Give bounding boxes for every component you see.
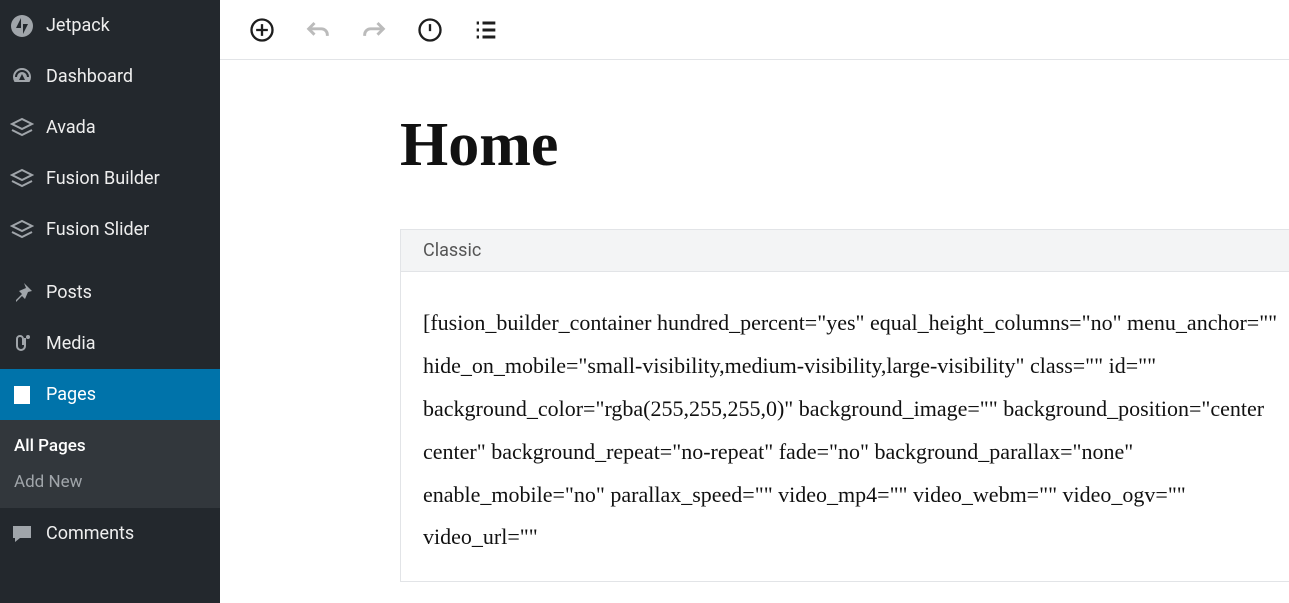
comments-icon	[10, 522, 34, 546]
add-block-button[interactable]	[248, 16, 276, 44]
pin-icon	[10, 281, 34, 305]
sidebar-item-comments[interactable]: Comments	[0, 508, 220, 559]
admin-sidebar: Jetpack Dashboard Avada Fusion Builder F…	[0, 0, 220, 603]
editor-toolbar	[220, 0, 1289, 60]
media-icon	[10, 332, 34, 356]
sidebar-item-label: Comments	[46, 523, 134, 544]
sidebar-item-posts[interactable]: Posts	[0, 267, 220, 318]
sidebar-item-label: Jetpack	[46, 15, 110, 36]
sidebar-item-fusion-slider[interactable]: Fusion Slider	[0, 204, 220, 255]
block-navigation-button[interactable]	[472, 16, 500, 44]
content-structure-button[interactable]	[416, 16, 444, 44]
sidebar-separator	[0, 255, 220, 267]
dashboard-icon	[10, 65, 34, 89]
pages-submenu: All Pages Add New	[0, 420, 220, 508]
sidebar-item-dashboard[interactable]: Dashboard	[0, 51, 220, 102]
fusion-slider-icon	[10, 218, 34, 242]
classic-block[interactable]: Classic [fusion_builder_container hundre…	[400, 229, 1289, 582]
sidebar-item-media[interactable]: Media	[0, 318, 220, 369]
fusion-builder-icon	[10, 167, 34, 191]
page-title[interactable]: Home	[400, 110, 1289, 181]
sidebar-item-label: Fusion Slider	[46, 219, 149, 240]
classic-block-content[interactable]: [fusion_builder_container hundred_percen…	[401, 272, 1289, 581]
undo-button[interactable]	[304, 16, 332, 44]
classic-block-label: Classic	[401, 230, 1289, 272]
sidebar-item-pages[interactable]: Pages	[0, 369, 220, 420]
sidebar-item-label: Fusion Builder	[46, 168, 160, 189]
submenu-item-label: All Pages	[14, 436, 86, 456]
submenu-item-add-new[interactable]: Add New	[0, 464, 220, 500]
submenu-item-label: Add New	[14, 472, 82, 492]
sidebar-item-label: Avada	[46, 117, 96, 138]
sidebar-item-avada[interactable]: Avada	[0, 102, 220, 153]
sidebar-item-label: Pages	[46, 384, 96, 405]
submenu-item-all-pages[interactable]: All Pages	[0, 428, 220, 464]
sidebar-item-fusion-builder[interactable]: Fusion Builder	[0, 153, 220, 204]
pages-icon	[10, 383, 34, 407]
sidebar-item-label: Posts	[46, 282, 92, 303]
sidebar-item-label: Dashboard	[46, 66, 133, 87]
editor-canvas: Home Classic [fusion_builder_container h…	[220, 60, 1289, 603]
jetpack-icon	[10, 14, 34, 38]
avada-icon	[10, 116, 34, 140]
sidebar-item-jetpack[interactable]: Jetpack	[0, 0, 220, 51]
sidebar-item-label: Media	[46, 333, 96, 354]
redo-button[interactable]	[360, 16, 388, 44]
